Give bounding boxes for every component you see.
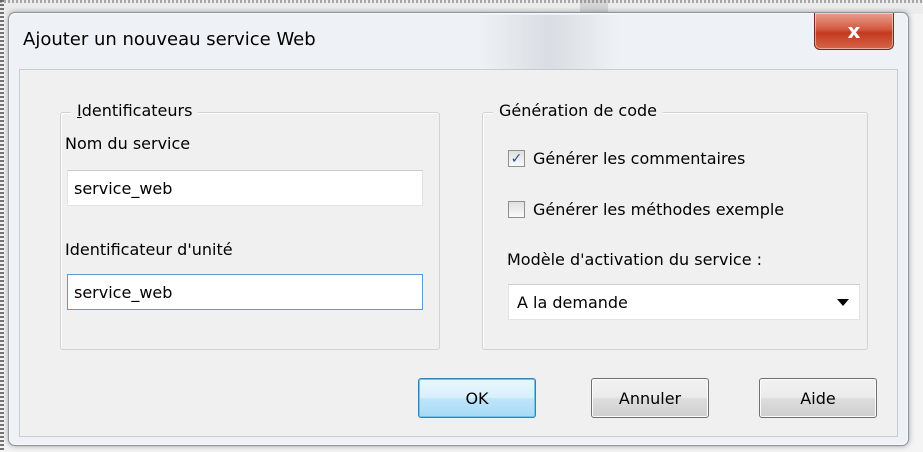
generate-comments-row[interactable]: ✓ Générer les commentaires [508,149,745,168]
cancel-button[interactable]: Annuler [591,378,709,418]
activation-model-select[interactable]: A la demande [508,284,860,320]
activation-model-label: Modèle d'activation du service : [507,250,763,269]
service-name-input[interactable]: service_web [67,170,423,206]
generate-comments-label: Générer les commentaires [533,149,746,168]
ok-button[interactable]: OK [418,378,536,418]
identifiers-legend: Identificateurs [71,101,199,120]
background-dotted-border [0,0,923,3]
close-icon: x [847,19,861,43]
title-bar-sheen [479,15,619,75]
checkmark-icon: ✓ [510,150,523,167]
generate-sample-methods-label: Générer les méthodes exemple [533,200,785,219]
dialog-client-area: Identificateurs Nom du service service_w… [19,69,898,437]
dialog-title: Ajouter un nouveau service Web [23,29,316,50]
unit-identifier-label: Identificateur d'unité [65,240,233,259]
generate-comments-checkbox[interactable]: ✓ [508,150,525,167]
unit-identifier-input[interactable]: service_web [67,274,423,310]
code-generation-legend: Génération de code [493,101,664,120]
add-web-service-dialog: Ajouter un nouveau service Web x Identif… [8,12,909,446]
generate-sample-methods-row[interactable]: Générer les méthodes exemple [508,200,784,219]
close-button[interactable]: x [814,13,894,50]
service-name-label: Nom du service [65,134,191,153]
help-button[interactable]: Aide [759,378,877,418]
background-dotted-border-left [0,0,4,452]
dropdown-arrow-icon [837,299,849,306]
generate-sample-methods-checkbox[interactable] [508,201,525,218]
